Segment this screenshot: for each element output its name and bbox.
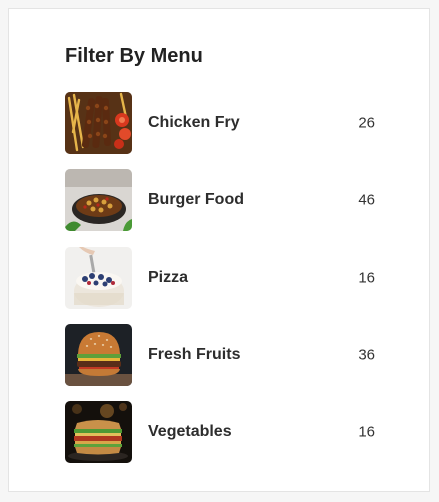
menu-item-label: Fresh Fruits bbox=[148, 345, 241, 363]
menu-item-burger-food[interactable]: Burger Food 46 bbox=[65, 169, 375, 232]
menu-item-count: 46 bbox=[358, 191, 375, 209]
filter-by-menu-card: Filter By Menu Chicken Fry 26 Burger Foo… bbox=[8, 8, 430, 492]
menu-item-pizza[interactable]: Pizza 16 bbox=[65, 246, 375, 309]
menu-item-fresh-fruits[interactable]: Fresh Fruits 36 bbox=[65, 323, 375, 386]
menu-item-label: Chicken Fry bbox=[148, 114, 240, 131]
filter-title: Filter By Menu bbox=[65, 45, 203, 67]
menu-item-label: Pizza bbox=[148, 268, 189, 286]
pizza-thumbnail bbox=[65, 246, 132, 309]
menu-item-vegetables[interactable]: Vegetables 16 bbox=[65, 401, 375, 464]
menu-item-label: Burger Food bbox=[148, 191, 244, 209]
vegetables-thumbnail bbox=[65, 401, 132, 464]
menu-item-count: 36 bbox=[358, 346, 375, 364]
menu-filter-list: Chicken Fry 26 Burger Food 46 Pizza 16 F… bbox=[65, 92, 375, 478]
burger-food-thumbnail bbox=[65, 169, 132, 232]
chicken-fry-thumbnail bbox=[65, 92, 132, 154]
menu-item-count: 16 bbox=[358, 269, 375, 287]
menu-item-count: 26 bbox=[358, 114, 375, 132]
menu-item-chicken-fry[interactable]: Chicken Fry 26 bbox=[65, 92, 375, 154]
menu-item-label: Vegetables bbox=[148, 423, 232, 441]
fresh-fruits-thumbnail bbox=[65, 323, 132, 386]
menu-item-count: 16 bbox=[358, 423, 375, 441]
